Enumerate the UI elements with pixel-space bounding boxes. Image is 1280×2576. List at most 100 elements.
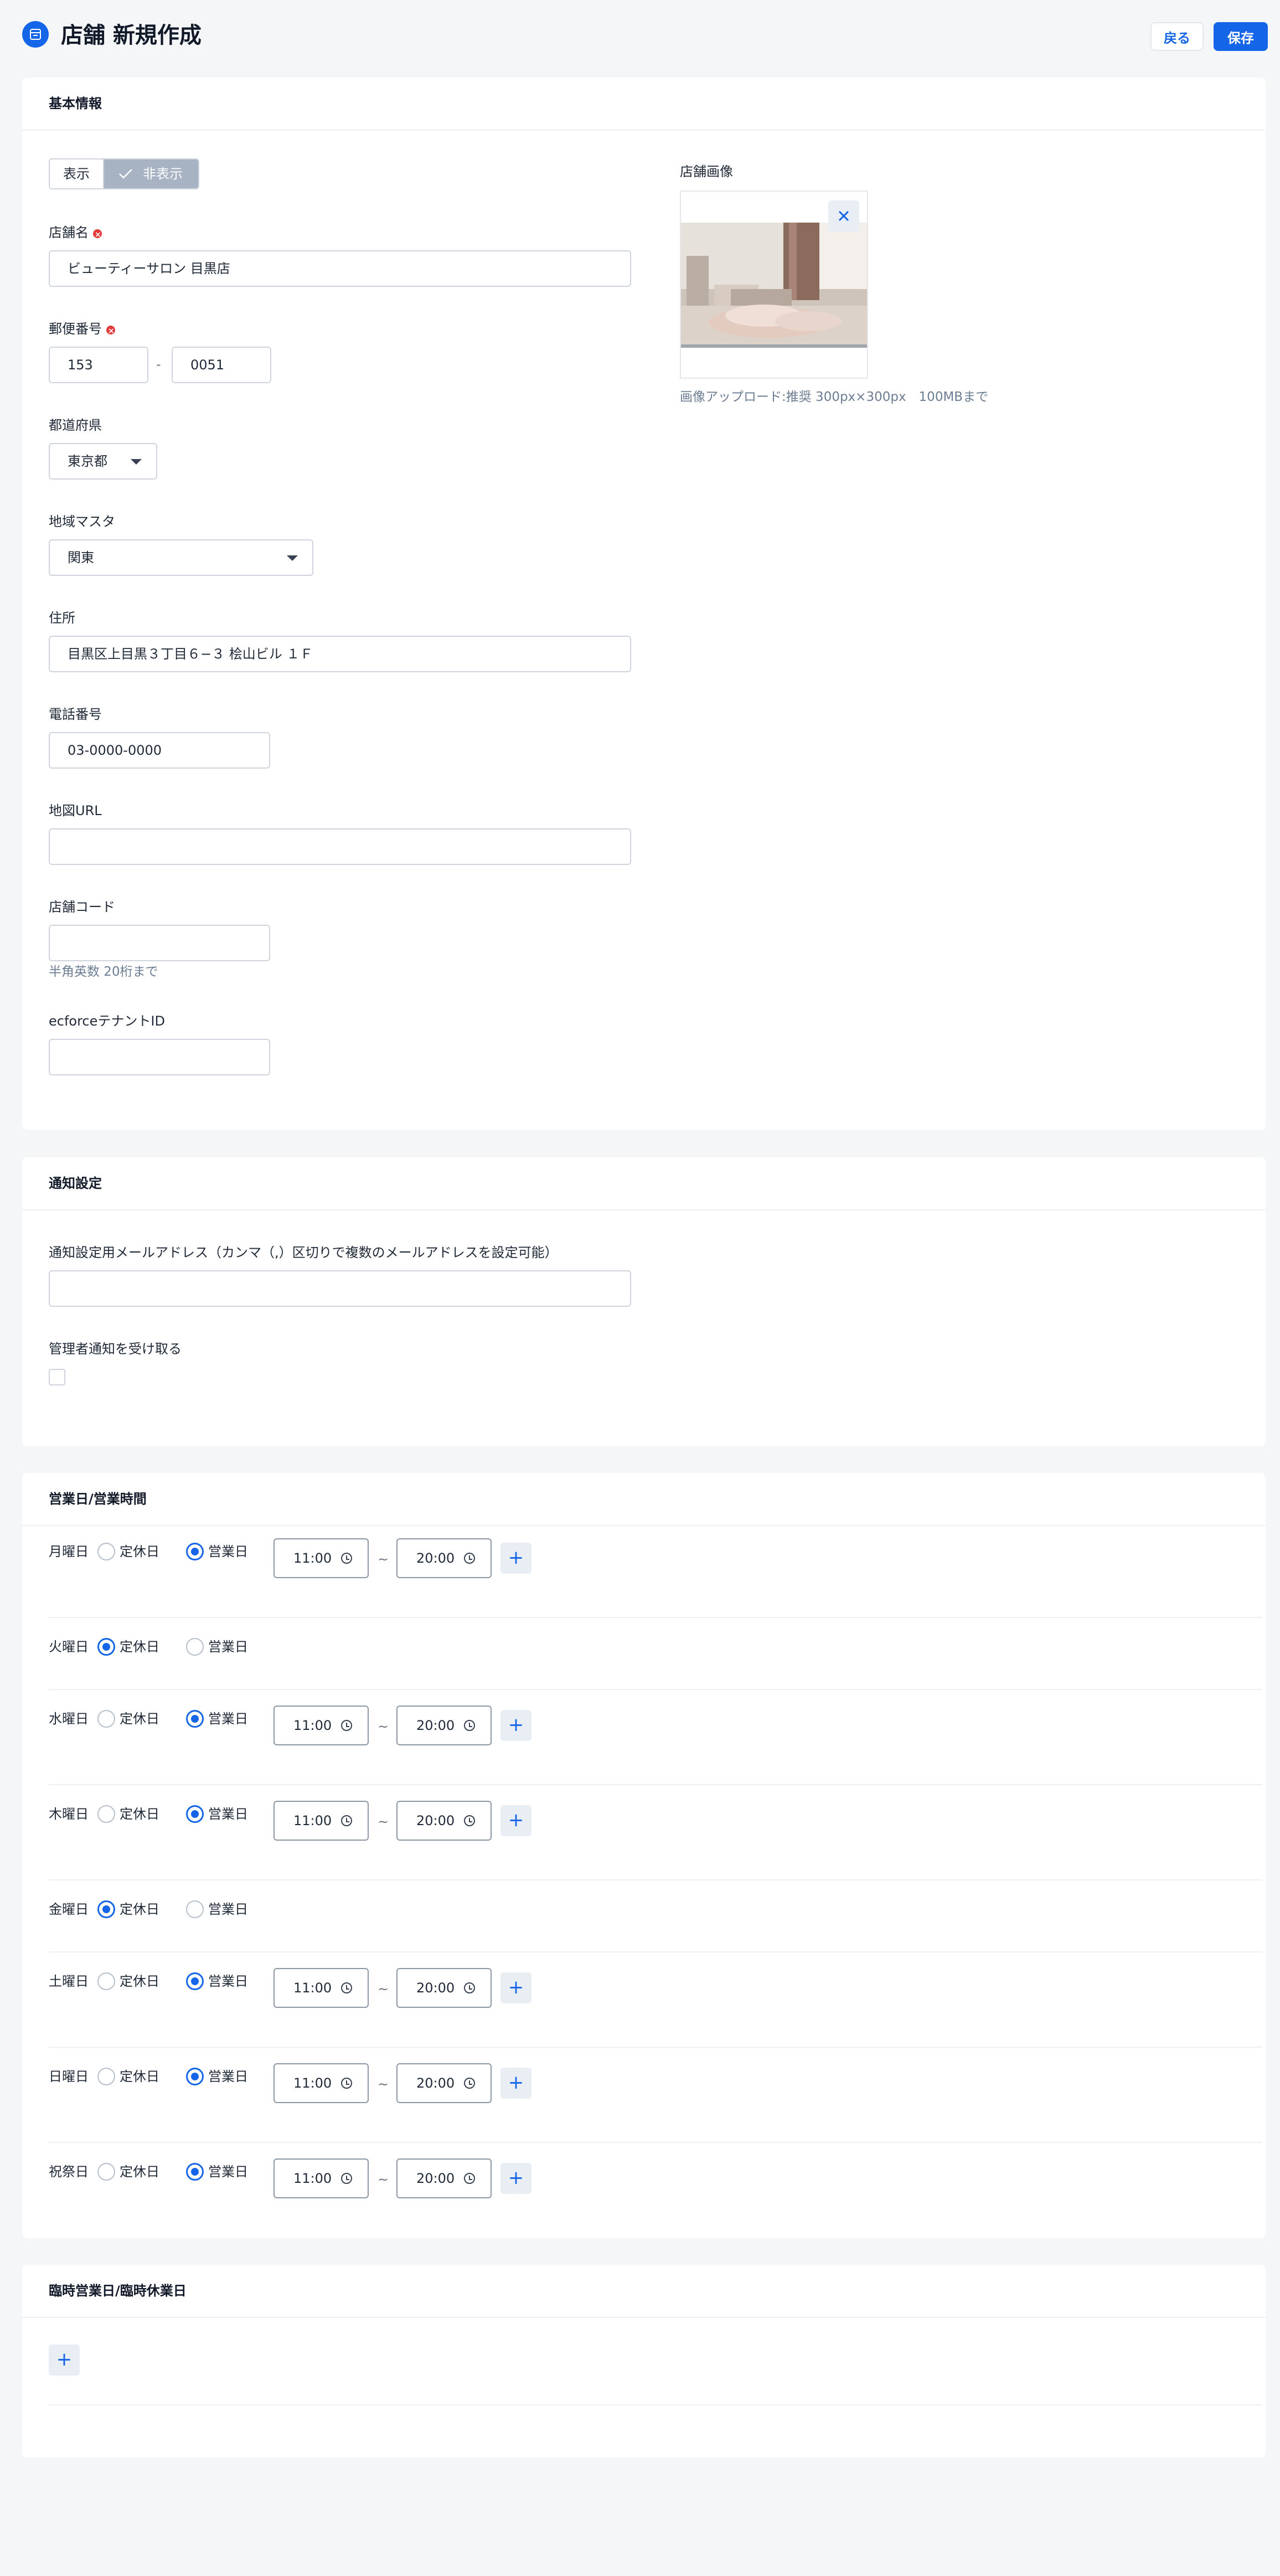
open-radio[interactable] bbox=[186, 1972, 204, 1990]
add-time-slot-button[interactable]: + bbox=[500, 1972, 531, 2003]
open-radio-label: 営業日 bbox=[208, 2069, 248, 2084]
open-radio[interactable] bbox=[186, 1900, 204, 1918]
admin-notification-checkbox[interactable] bbox=[49, 1369, 65, 1385]
visibility-hide-option[interactable]: 非表示 bbox=[104, 159, 198, 188]
tenant-id-input[interactable] bbox=[49, 1039, 270, 1075]
map-url-label: 地図URL bbox=[49, 803, 102, 818]
add-special-day-button[interactable]: + bbox=[49, 2345, 80, 2376]
start-time-input[interactable]: 11:00 bbox=[273, 2158, 369, 2198]
section-title: 臨時営業日/臨時休業日 bbox=[49, 2283, 187, 2299]
basic-info-card: 基本情報 表示 非表示 店舗名 ビューティーサロン 目黒店 郵便番号 153 -… bbox=[22, 78, 1266, 1130]
end-time-input[interactable]: 20:00 bbox=[396, 2063, 492, 2103]
day-label: 火曜日 bbox=[49, 1639, 89, 1655]
back-button[interactable]: 戻る bbox=[1150, 22, 1204, 51]
region-label: 地域マスタ bbox=[49, 514, 115, 529]
address-input[interactable]: 目黒区上目黒３丁目６−３ 桧山ビル １Ｆ bbox=[49, 636, 631, 672]
closed-radio-label: 定休日 bbox=[120, 1806, 159, 1822]
end-time-input[interactable]: 20:00 bbox=[396, 1968, 492, 2008]
start-time-value: 11:00 bbox=[293, 1718, 332, 1733]
start-time-value: 11:00 bbox=[293, 2075, 332, 2091]
open-radio[interactable] bbox=[186, 1805, 204, 1823]
open-radio-label: 営業日 bbox=[208, 1902, 248, 1917]
open-radio-label: 営業日 bbox=[208, 1639, 248, 1655]
day-label: 月曜日 bbox=[49, 1544, 89, 1559]
time-separator: ~ bbox=[378, 1981, 389, 1997]
closed-radio[interactable] bbox=[97, 1710, 115, 1728]
store-code-input[interactable] bbox=[49, 925, 270, 961]
visibility-toggle[interactable]: 表示 非表示 bbox=[49, 158, 199, 189]
store-name-label: 店舗名 bbox=[49, 224, 102, 244]
add-time-slot-button[interactable]: + bbox=[500, 2068, 531, 2099]
notification-email-label: 通知設定用メールアドレス（カンマ（,）区切りで複数のメールアドレスを設定可能） bbox=[49, 1245, 558, 1260]
start-time-input[interactable]: 11:00 bbox=[273, 1801, 369, 1841]
store-code-hint: 半角英数 20桁まで bbox=[49, 965, 158, 979]
start-time-input[interactable]: 11:00 bbox=[273, 1538, 369, 1578]
closed-radio[interactable] bbox=[97, 1638, 115, 1656]
open-radio-label: 営業日 bbox=[208, 1544, 248, 1559]
add-time-slot-button[interactable]: + bbox=[500, 1543, 531, 1574]
visibility-show-option[interactable]: 表示 bbox=[50, 159, 104, 188]
end-time-value: 20:00 bbox=[416, 1718, 455, 1733]
end-time-input[interactable]: 20:00 bbox=[396, 1538, 492, 1578]
prefecture-select[interactable]: 東京都 bbox=[49, 443, 157, 480]
region-select[interactable]: 関東 bbox=[49, 539, 313, 576]
card-header: 基本情報 bbox=[22, 78, 1266, 131]
clock-icon bbox=[341, 1720, 352, 1731]
notification-email-input[interactable] bbox=[49, 1270, 631, 1307]
start-time-value: 11:00 bbox=[293, 2171, 332, 2186]
open-radio[interactable] bbox=[186, 1543, 204, 1560]
divider bbox=[49, 1689, 1262, 1690]
closed-radio[interactable] bbox=[97, 2163, 115, 2181]
open-radio[interactable] bbox=[186, 2163, 204, 2181]
time-separator: ~ bbox=[378, 1719, 389, 1734]
postal-code-second-input[interactable]: 0051 bbox=[172, 347, 271, 383]
map-url-input[interactable] bbox=[49, 828, 631, 865]
closed-radio-label: 定休日 bbox=[120, 1974, 159, 1989]
store-code-label: 店舗コード bbox=[49, 899, 115, 915]
end-time-input[interactable]: 20:00 bbox=[396, 1801, 492, 1841]
add-time-slot-button[interactable]: + bbox=[500, 2163, 531, 2194]
open-radio[interactable] bbox=[186, 1710, 204, 1728]
clock-icon bbox=[341, 1553, 352, 1564]
add-time-slot-button[interactable]: + bbox=[500, 1710, 531, 1741]
clock-icon bbox=[341, 2173, 352, 2184]
clock-icon bbox=[341, 1815, 352, 1826]
start-time-input[interactable]: 11:00 bbox=[273, 1968, 369, 2008]
time-separator: ~ bbox=[378, 2172, 389, 2187]
admin-notification-label: 管理者通知を受け取る bbox=[49, 1341, 182, 1357]
end-time-value: 20:00 bbox=[416, 2075, 455, 2091]
add-time-slot-button[interactable]: + bbox=[500, 1805, 531, 1836]
end-time-input[interactable]: 20:00 bbox=[396, 1706, 492, 1745]
check-icon bbox=[119, 169, 132, 179]
closed-radio-label: 定休日 bbox=[120, 1544, 159, 1559]
save-button[interactable]: 保存 bbox=[1214, 22, 1268, 51]
closed-radio[interactable] bbox=[97, 1805, 115, 1823]
closed-radio[interactable] bbox=[97, 2068, 115, 2085]
closed-radio[interactable] bbox=[97, 1972, 115, 1990]
start-time-input[interactable]: 11:00 bbox=[273, 2063, 369, 2103]
required-icon bbox=[106, 322, 115, 340]
end-time-value: 20:00 bbox=[416, 1550, 455, 1566]
divider bbox=[49, 2404, 1262, 2405]
open-radio-label: 営業日 bbox=[208, 1806, 248, 1822]
day-label: 木曜日 bbox=[49, 1806, 89, 1822]
business-hours-card: 営業日/営業時間 月曜日 定休日 営業日 11:00 ~20:00 + 火曜日 定休日 営業日水… bbox=[22, 1473, 1266, 2238]
end-time-input[interactable]: 20:00 bbox=[396, 2158, 492, 2198]
remove-image-button[interactable] bbox=[828, 200, 859, 231]
closed-radio[interactable] bbox=[97, 1900, 115, 1918]
store-name-input[interactable]: ビューティーサロン 目黒店 bbox=[49, 250, 631, 287]
start-time-value: 11:00 bbox=[293, 1813, 332, 1828]
time-separator: ~ bbox=[378, 2077, 389, 2092]
postal-code-first-input[interactable]: 153 bbox=[49, 347, 148, 383]
chevron-down-icon bbox=[287, 555, 298, 561]
open-radio[interactable] bbox=[186, 1638, 204, 1656]
store-image-preview[interactable] bbox=[680, 190, 868, 379]
start-time-input[interactable]: 11:00 bbox=[273, 1706, 369, 1745]
clock-icon bbox=[464, 1815, 475, 1826]
phone-input[interactable]: 03-0000-0000 bbox=[49, 732, 270, 769]
image-upload-hint: 画像アップロード:推奨 300px×300px 100MBまで bbox=[680, 390, 989, 404]
prefecture-label: 都道府県 bbox=[49, 418, 102, 433]
closed-radio[interactable] bbox=[97, 1543, 115, 1560]
store-photo bbox=[681, 223, 867, 348]
open-radio[interactable] bbox=[186, 2068, 204, 2085]
